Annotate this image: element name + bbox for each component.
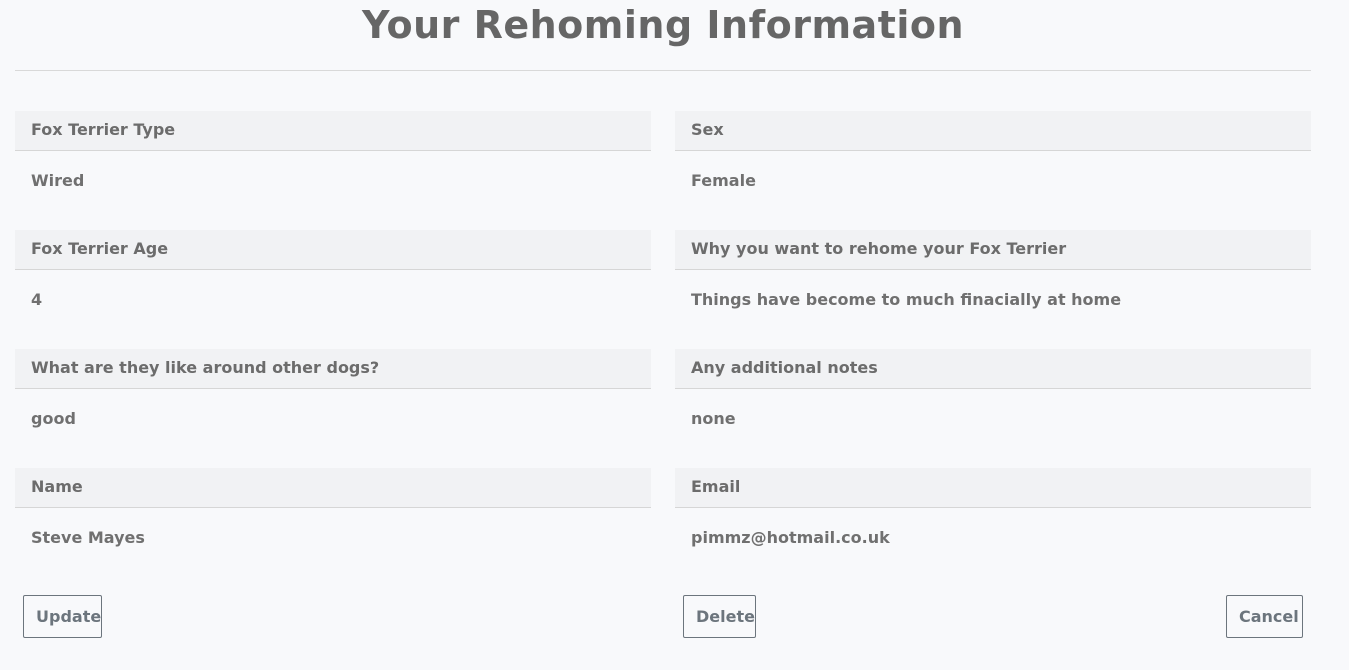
field-card-name: Name Steve Mayes [15, 468, 651, 587]
field-value: 4 [31, 290, 43, 309]
field-card-fox-terrier-type: Fox Terrier Type Wired [15, 111, 651, 230]
field-value: Female [691, 171, 756, 190]
delete-button[interactable]: Delete [683, 595, 756, 638]
field-card-fox-terrier-age: Fox Terrier Age 4 [15, 230, 651, 349]
field-label: Any additional notes [675, 349, 1311, 389]
field-value: none [691, 409, 736, 428]
field-value: pimmz@hotmail.co.uk [691, 528, 890, 547]
field-card-email: Email pimmz@hotmail.co.uk [675, 468, 1311, 587]
field-label: Fox Terrier Type [15, 111, 651, 151]
cancel-button[interactable]: Cancel [1226, 595, 1303, 638]
field-label: What are they like around other dogs? [15, 349, 651, 389]
field-label: Fox Terrier Age [15, 230, 651, 270]
field-label: Name [15, 468, 651, 508]
rehoming-info-grid: Fox Terrier Type Wired Sex Female Fox Te… [15, 111, 1311, 587]
field-value: good [31, 409, 76, 428]
page-title: Your Rehoming Information [361, 3, 965, 47]
field-value: Things have become to much finacially at… [691, 290, 1122, 309]
field-card-rehome-reason: Why you want to rehome your Fox Terrier … [675, 230, 1311, 349]
title-divider [15, 70, 1311, 71]
update-button[interactable]: Update [23, 595, 102, 638]
field-label: Sex [675, 111, 1311, 151]
field-label: Why you want to rehome your Fox Terrier [675, 230, 1311, 270]
field-value: Wired [31, 171, 85, 190]
field-label: Email [675, 468, 1311, 508]
field-card-other-dogs: What are they like around other dogs? go… [15, 349, 651, 468]
field-value: Steve Mayes [31, 528, 145, 547]
field-card-sex: Sex Female [675, 111, 1311, 230]
field-card-additional-notes: Any additional notes none [675, 349, 1311, 468]
